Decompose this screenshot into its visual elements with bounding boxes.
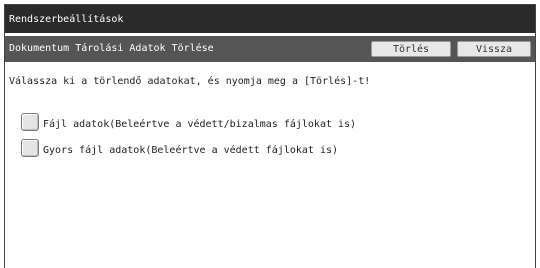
file-data-label: Fájl adatok(Beleértve a védett/bizalmas …: [43, 119, 357, 130]
window-title: Rendszerbeállítások: [9, 14, 124, 25]
quick-file-data-label: Gyors fájl adatok(Beleértve a védett fáj…: [43, 145, 339, 156]
instruction-text: Válassza ki a törlendő adatokat, és nyom…: [9, 76, 371, 87]
screen-title: Dokumentum Tárolási Adatok Törlése: [9, 43, 214, 54]
back-button[interactable]: Vissza: [457, 41, 531, 57]
delete-button[interactable]: Törlés: [371, 41, 451, 57]
settings-window: Rendszerbeállítások Dokumentum Tárolási …: [4, 4, 536, 268]
quick-file-data-checkbox[interactable]: [21, 139, 39, 157]
file-data-checkbox[interactable]: [21, 113, 39, 131]
window-title-bar: Rendszerbeállítások: [5, 5, 535, 33]
screen-header: Dokumentum Tárolási Adatok Törlése Törlé…: [5, 36, 535, 62]
